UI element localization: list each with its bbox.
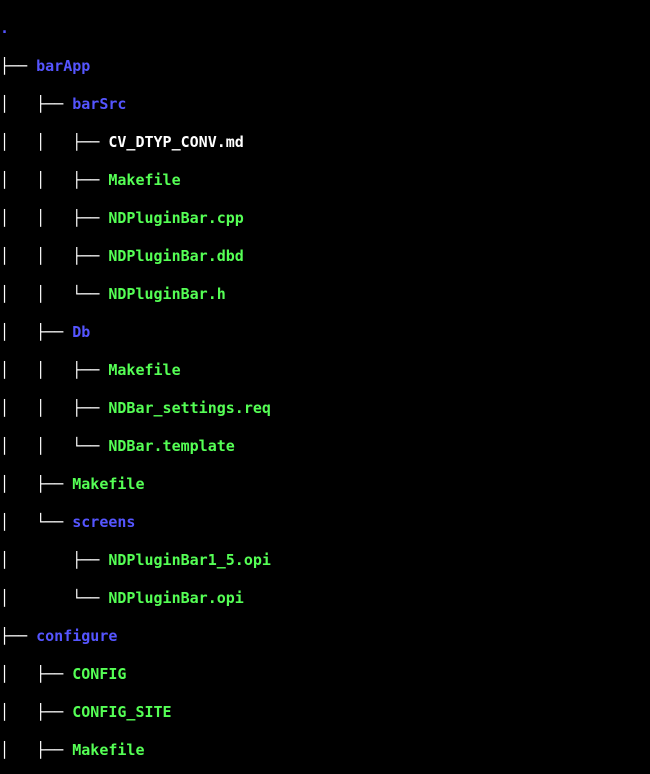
tree-root: . — [0, 19, 650, 38]
file: Makefile — [108, 171, 180, 189]
dir-Db: Db — [72, 323, 90, 341]
dir-screens: screens — [72, 513, 135, 531]
tree-row: │ ├── CONFIG — [0, 665, 650, 684]
tree-row: │ │ └── NDBar.template — [0, 437, 650, 456]
file: Makefile — [72, 741, 144, 759]
tree-row: │ │ ├── NDPluginBar.dbd — [0, 247, 650, 266]
tree-row: │ ├── Makefile — [0, 741, 650, 760]
file: NDPluginBar1_5.opi — [108, 551, 271, 569]
tree-row: ├── barApp — [0, 57, 650, 76]
file: Makefile — [108, 361, 180, 379]
tree-row: │ │ └── NDPluginBar.h — [0, 285, 650, 304]
dir-configure: configure — [36, 627, 117, 645]
tree-row: │ │ ├── Makefile — [0, 171, 650, 190]
file: NDPluginBar.dbd — [108, 247, 243, 265]
tree-row: │ └── NDPluginBar.opi — [0, 589, 650, 608]
file: CONFIG_SITE — [72, 703, 171, 721]
file: CONFIG — [72, 665, 126, 683]
tree-row: │ │ ├── CV_DTYP_CONV.md — [0, 133, 650, 152]
file: Makefile — [72, 475, 144, 493]
tree-row: │ │ ├── Makefile — [0, 361, 650, 380]
tree-row: │ └── screens — [0, 513, 650, 532]
tree-row: │ ├── CONFIG_SITE — [0, 703, 650, 722]
tree-row: ├── configure — [0, 627, 650, 646]
terminal-tree-output: . ├── barApp │ ├── barSrc │ │ ├── CV_DTY… — [0, 0, 650, 774]
tree-row: │ ├── NDPluginBar1_5.opi — [0, 551, 650, 570]
file: NDPluginBar.cpp — [108, 209, 243, 227]
tree-row: │ │ ├── NDPluginBar.cpp — [0, 209, 650, 228]
file: NDBar_settings.req — [108, 399, 271, 417]
tree-row: │ │ ├── NDBar_settings.req — [0, 399, 650, 418]
tree-row: │ ├── Makefile — [0, 475, 650, 494]
tree-row: │ ├── barSrc — [0, 95, 650, 114]
file: NDPluginBar.h — [108, 285, 225, 303]
dir-barApp: barApp — [36, 57, 90, 75]
file: CV_DTYP_CONV.md — [108, 133, 243, 151]
file: NDBar.template — [108, 437, 234, 455]
dir-barSrc: barSrc — [72, 95, 126, 113]
dir-root: . — [0, 19, 9, 37]
tree-row: │ ├── Db — [0, 323, 650, 342]
file: NDPluginBar.opi — [108, 589, 243, 607]
